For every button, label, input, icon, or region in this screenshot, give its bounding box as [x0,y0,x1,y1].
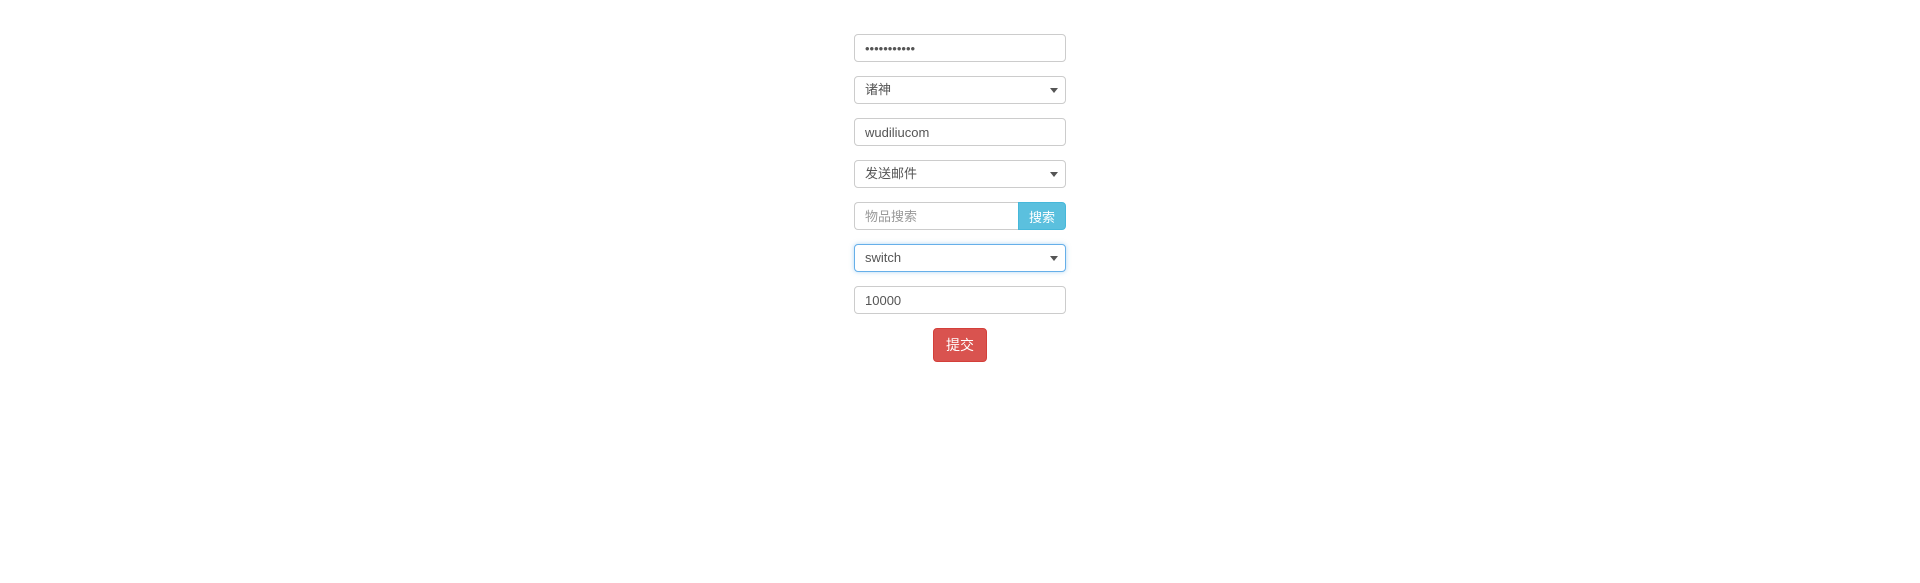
search-button-wrap: 搜索 [1018,202,1066,230]
password-group [854,34,1066,62]
server-select[interactable]: 诸神 [854,76,1066,104]
action-select-wrap: 发送邮件 [854,160,1066,188]
item-search-input-group: 搜索 [854,202,1066,230]
item-search-input[interactable] [854,202,1018,230]
submit-button[interactable]: 提交 [933,328,987,362]
password-field[interactable] [854,34,1066,62]
server-select-group: 诸神 [854,76,1066,104]
url-field-group [854,118,1066,146]
url-field[interactable] [854,118,1066,146]
action-select-group: 发送邮件 [854,160,1066,188]
submit-row: 提交 [854,328,1066,362]
action-select[interactable]: 发送邮件 [854,160,1066,188]
amount-field[interactable] [854,286,1066,314]
type-select-wrap: switch [854,244,1066,272]
type-select[interactable]: switch [854,244,1066,272]
type-select-group: switch [854,244,1066,272]
search-button[interactable]: 搜索 [1018,202,1066,230]
form-container: 诸神 发送邮件 搜索 switch 提交 [854,0,1066,362]
server-select-wrap: 诸神 [854,76,1066,104]
amount-group [854,286,1066,314]
item-search-group: 搜索 [854,202,1066,230]
